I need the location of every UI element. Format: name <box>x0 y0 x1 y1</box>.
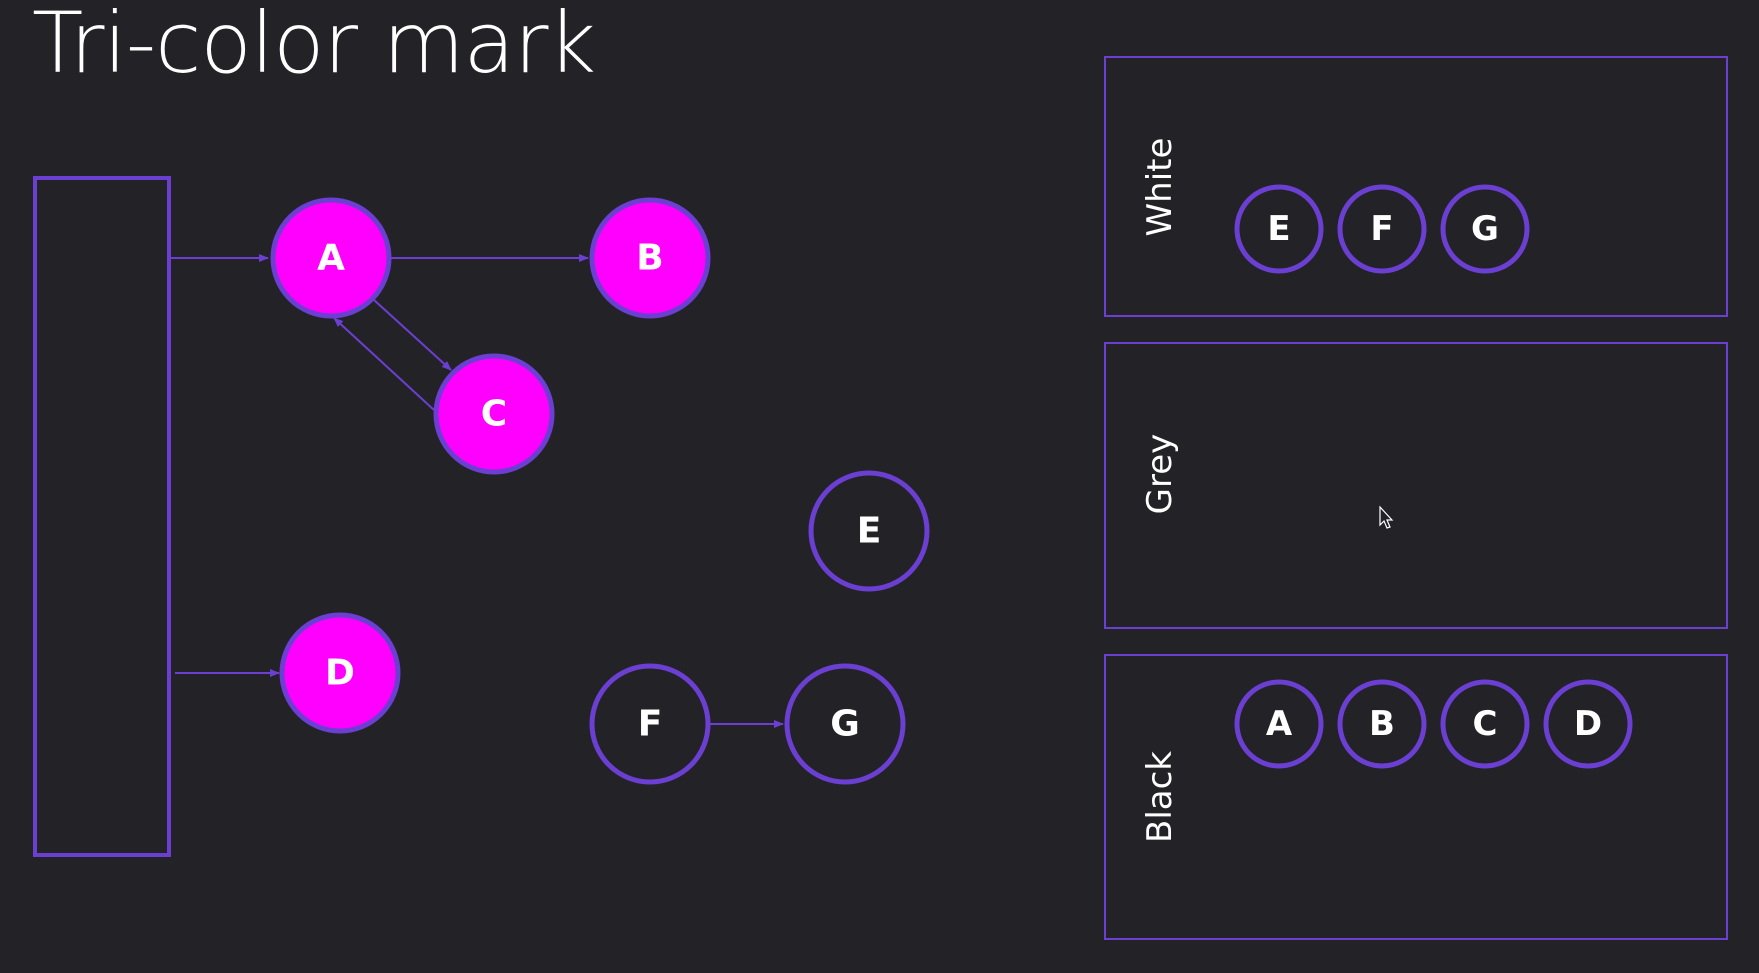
black-set-label: Black <box>1140 751 1180 843</box>
set-item-label: G <box>1471 209 1499 249</box>
black-set-item: C <box>1440 679 1530 769</box>
edge-c-to-a <box>333 317 435 411</box>
white-set-item: F <box>1337 184 1427 274</box>
graph-node-e: E <box>808 470 930 592</box>
white-set-panel: White E F G <box>1104 56 1728 317</box>
graph-node-c: C <box>433 353 555 475</box>
node-label: B <box>636 238 663 279</box>
node-label: A <box>317 238 345 279</box>
slide-canvas: Tri-color mark A B C D E F G White E F G… <box>0 0 1759 973</box>
mouse-cursor-icon <box>1379 505 1394 529</box>
set-item-label: B <box>1369 704 1395 744</box>
node-label: D <box>325 653 355 694</box>
white-set-label: White <box>1140 138 1180 237</box>
node-label: G <box>830 704 860 745</box>
white-set-item: E <box>1234 184 1324 274</box>
white-set-item: G <box>1440 184 1530 274</box>
node-label: F <box>638 704 663 745</box>
set-item-label: A <box>1266 704 1293 744</box>
graph-edges <box>171 254 784 728</box>
black-set-item: D <box>1543 679 1633 769</box>
graph-node-d: D <box>279 612 401 734</box>
edge-a-to-c <box>373 299 452 371</box>
node-label: E <box>857 511 882 552</box>
graph-node-g: G <box>784 663 906 785</box>
graph-node-f: F <box>589 663 711 785</box>
grey-set-panel: Grey <box>1104 342 1728 629</box>
grey-set-label: Grey <box>1140 434 1180 515</box>
set-item-label: E <box>1267 209 1290 249</box>
graph-node-b: B <box>589 197 711 319</box>
set-item-label: F <box>1370 209 1393 249</box>
black-set-item: A <box>1234 679 1324 769</box>
tri-color-diagram: A B C D E F G White E F G Grey Black A B… <box>33 56 1728 940</box>
black-set-panel: Black A B C D <box>1104 654 1728 940</box>
set-item-label: C <box>1473 704 1498 744</box>
set-item-label: D <box>1574 704 1602 744</box>
node-label: C <box>481 394 507 435</box>
root-set-box <box>33 176 171 857</box>
black-set-item: B <box>1337 679 1427 769</box>
graph-node-a: A <box>270 197 392 319</box>
